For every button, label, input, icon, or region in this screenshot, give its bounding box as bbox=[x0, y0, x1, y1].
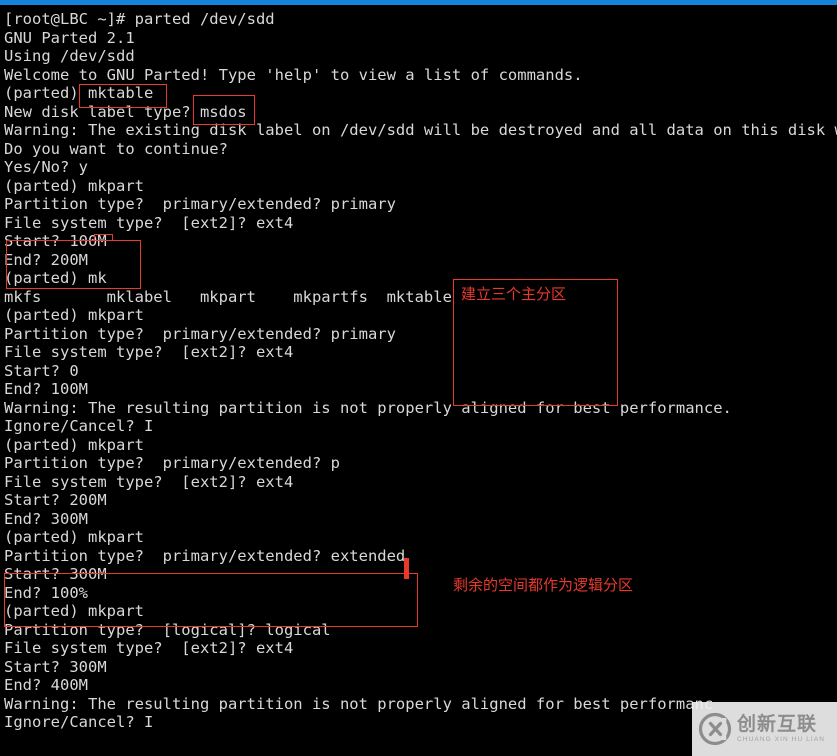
watermark-brand-pinyin: CHUANG XIN HU LIAN bbox=[737, 736, 826, 743]
circle-x-logo-icon bbox=[698, 712, 732, 746]
mktable-highlight bbox=[79, 84, 167, 108]
terminal-line: Do you want to continue? bbox=[4, 139, 228, 158]
terminal-line: File system type? [ext2]? ext4 bbox=[4, 472, 294, 491]
terminal-line: Warning: The resulting partition is not … bbox=[4, 398, 732, 417]
first-primary-range-notch bbox=[94, 234, 113, 241]
terminal-line: File system type? [ext2]? ext4 bbox=[4, 213, 294, 232]
terminal-line: (parted) mkpart bbox=[4, 435, 144, 454]
terminal-line: Welcome to GNU Parted! Type 'help' to vi… bbox=[4, 65, 583, 84]
remaining-space-logical-note: 剩余的空间都作为逻辑分区 bbox=[453, 576, 634, 594]
terminal-output-area[interactable]: [root@LBC ~]# parted /dev/sdd GNU Parted … bbox=[0, 5, 837, 756]
watermark-text-group: 创新互联 CHUANG XIN HU LIAN bbox=[737, 714, 825, 744]
terminal-line: End? 400M bbox=[4, 676, 88, 694]
terminal-line: (parted) mkpart bbox=[4, 306, 144, 324]
terminal-line: Partition type? primary/extended? extend… bbox=[4, 546, 406, 565]
terminal-line: Ignore/Cancel? I bbox=[4, 713, 154, 731]
terminal-line: GNU Parted 2.1 bbox=[4, 28, 135, 47]
terminal-line: End? 300M bbox=[4, 509, 88, 528]
msdos-highlight bbox=[193, 95, 255, 125]
terminal-line: [root@LBC ~]# parted /dev/sdd bbox=[4, 10, 275, 28]
terminal-line: File system type? [ext2]? ext4 bbox=[4, 343, 294, 361]
terminal-line: File system type? [ext2]? ext4 bbox=[4, 639, 294, 657]
terminal-line: Partition type? primary/extended? primar… bbox=[4, 324, 396, 343]
terminal-line: mkfs mklabel mkpart mkpartfs mktable bbox=[4, 287, 452, 306]
terminal-line: Warning: The resulting partition is not … bbox=[4, 694, 714, 713]
terminal-line: Partition type? primary/extended? primar… bbox=[4, 195, 396, 213]
terminal-line: Start? 0 bbox=[4, 361, 79, 380]
terminal-line: Partition type? primary/extended? p bbox=[4, 454, 340, 472]
extended-caret-mark bbox=[404, 558, 409, 579]
create-three-primary-partitions-note: 建立三个主分区 bbox=[461, 285, 567, 303]
extended-range-highlight bbox=[4, 573, 418, 627]
terminal-line: (parted) mkpart bbox=[4, 528, 144, 546]
terminal-window: [root@LBC ~]# parted /dev/sdd GNU Parted … bbox=[0, 0, 837, 756]
terminal-line: Yes/No? y bbox=[4, 158, 88, 176]
terminal-line: (parted) mkpart bbox=[4, 176, 144, 195]
terminal-line: Start? 200M bbox=[4, 491, 107, 509]
terminal-line: End? 100M bbox=[4, 380, 88, 398]
terminal-line: Start? 300M bbox=[4, 657, 107, 676]
terminal-line: Ignore/Cancel? I bbox=[4, 417, 154, 435]
watermark-brand-cn: 创新互联 bbox=[737, 713, 818, 735]
terminal-line: Warning: The existing disk label on /dev… bbox=[4, 121, 837, 139]
first-primary-range-highlight bbox=[6, 240, 141, 289]
terminal-line: Using /dev/sdd bbox=[4, 47, 135, 65]
watermark: 创新互联 CHUANG XIN HU LIAN bbox=[692, 702, 837, 756]
